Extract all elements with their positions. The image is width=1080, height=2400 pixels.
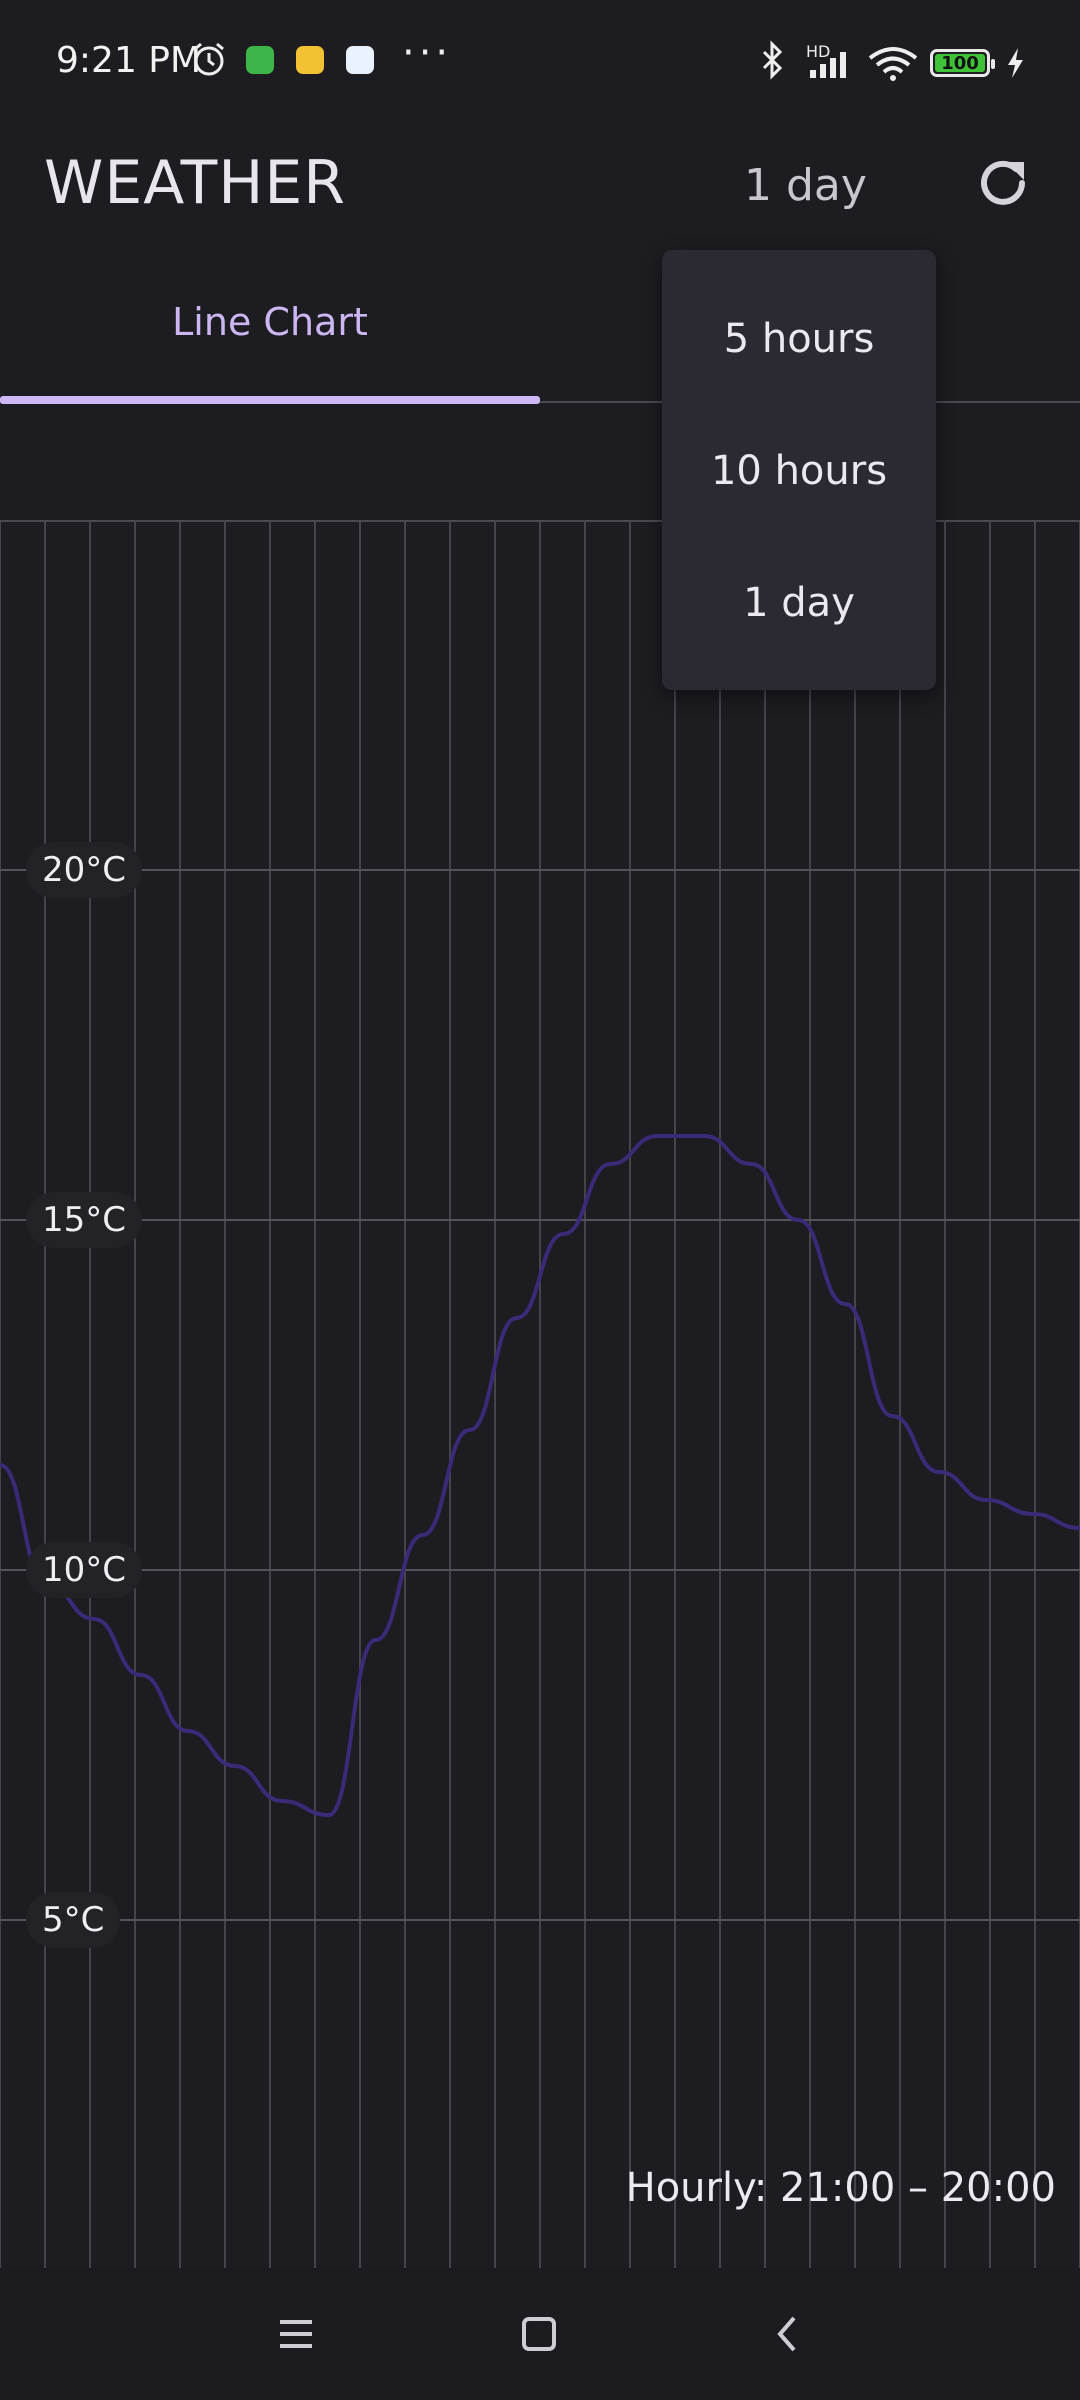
refresh-icon[interactable] <box>970 150 1036 216</box>
menu-item-1-day[interactable]: 1 day <box>662 538 936 668</box>
app-notification-icon <box>346 46 374 74</box>
range-dropdown-menu: 5 hours 10 hours 1 day <box>662 250 936 690</box>
tab-indicator <box>0 396 540 404</box>
menu-item-5-hours[interactable]: 5 hours <box>662 274 936 404</box>
line-chart <box>0 520 1080 2268</box>
alarm-icon <box>194 42 224 76</box>
signal-icon <box>810 52 846 78</box>
range-select[interactable]: 1 day <box>744 160 867 211</box>
tab-line-chart[interactable]: Line Chart <box>0 300 540 344</box>
app-notification-icon <box>296 46 324 74</box>
wifi-icon <box>868 47 918 81</box>
status-bar: 9:21 PM ··· HD 100 <box>0 0 1080 128</box>
charging-icon <box>1008 48 1023 78</box>
y-axis-tick-label: 15°C <box>26 1192 143 1248</box>
y-axis-tick-label: 20°C <box>26 842 143 898</box>
status-time: 9:21 PM <box>56 40 202 81</box>
back-icon[interactable] <box>758 2304 818 2364</box>
chart-caption: Hourly: 21:00 – 20:00 <box>625 2165 1056 2211</box>
battery-level: 100 <box>935 54 985 73</box>
navigation-bar <box>0 2268 1080 2400</box>
menu-item-10-hours[interactable]: 10 hours <box>662 406 936 536</box>
app-title: WEATHER <box>44 148 346 218</box>
y-axis-tick-label: 10°C <box>26 1542 143 1598</box>
bluetooth-icon <box>762 40 783 80</box>
menu-icon[interactable] <box>266 2304 326 2364</box>
battery-icon: 100 <box>930 49 995 77</box>
home-icon[interactable] <box>509 2304 569 2364</box>
app-notification-icon <box>246 46 274 74</box>
more-icon: ··· <box>402 30 453 76</box>
y-axis-tick-label: 5°C <box>26 1892 121 1948</box>
